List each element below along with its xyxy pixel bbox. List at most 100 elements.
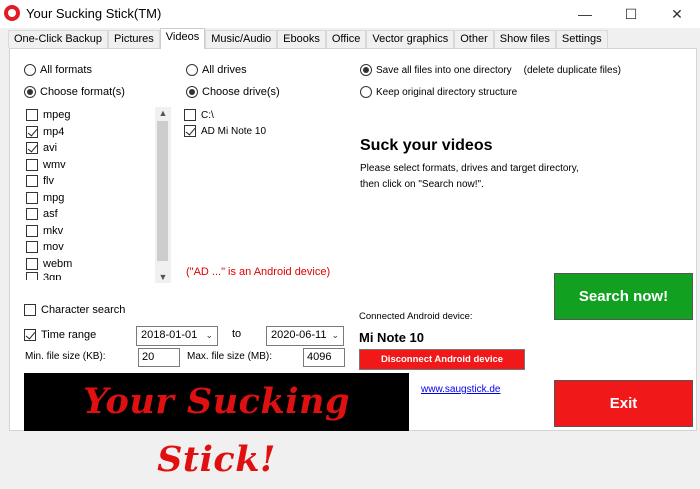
save-one-directory-label: Save all files into one directory <box>376 64 512 76</box>
format-label: webm <box>43 257 73 270</box>
tab-one-click-backup[interactable]: One-Click Backup <box>8 30 109 48</box>
close-button[interactable]: ✕ <box>654 0 700 28</box>
format-item-asf[interactable]: asf <box>26 206 171 223</box>
chevron-down-icon[interactable]: ⌄ <box>331 330 339 341</box>
panel-headline: Suck your videos <box>360 137 493 154</box>
window-title: Your Sucking Stick(TM) <box>26 6 162 21</box>
tab-show-files[interactable]: Show files <box>493 30 556 48</box>
android-device-box: Connected Android device: Mi Note 10 Dis… <box>359 311 525 370</box>
date-to-picker[interactable]: 2020-06-11 ⌄ <box>266 326 344 346</box>
exit-button[interactable]: Exit <box>554 380 693 427</box>
format-label: mpeg <box>43 109 71 122</box>
checkbox[interactable] <box>26 158 38 171</box>
maximize-button[interactable]: ☐ <box>608 0 654 28</box>
app-logo-icon <box>4 5 20 21</box>
drive-label: C:\ <box>201 109 214 121</box>
all-drives-radio[interactable]: All drives <box>186 64 247 76</box>
checkbox[interactable] <box>26 224 38 237</box>
checkbox[interactable] <box>26 125 38 138</box>
tab-settings[interactable]: Settings <box>555 30 608 48</box>
checkbox[interactable] <box>24 304 36 316</box>
date-from-value: 2018-01-01 <box>141 329 198 341</box>
checkbox[interactable] <box>26 272 38 280</box>
format-item-wmv[interactable]: wmv <box>26 157 171 174</box>
max-file-size-input[interactable]: 4096 <box>303 348 345 367</box>
format-list-scrollbar[interactable]: ▲ ▼ <box>155 107 171 283</box>
radio-circle <box>360 64 372 76</box>
delete-duplicates-note: (delete duplicate files) <box>523 64 621 76</box>
choose-formats-label: Choose format(s) <box>40 86 125 98</box>
format-item-flv[interactable]: flv <box>26 173 171 190</box>
tab-pictures[interactable]: Pictures <box>108 30 160 48</box>
drive-list[interactable]: C:\ AD Mi Note 10 <box>184 107 266 139</box>
checkbox[interactable] <box>184 125 196 137</box>
drive-item-c[interactable]: C:\ <box>184 107 266 123</box>
format-list[interactable]: mpeg mp4 avi wmv flv mpg asf mkv mov web… <box>26 107 171 283</box>
scrollbar-thumb[interactable] <box>157 121 168 261</box>
tab-ebooks[interactable]: Ebooks <box>277 30 326 48</box>
format-label: 3gp <box>43 272 62 280</box>
drive-item-ad-mi-note-10[interactable]: AD Mi Note 10 <box>184 123 266 139</box>
choose-drives-radio[interactable]: Choose drive(s) <box>186 86 280 98</box>
character-search-label: Character search <box>41 304 126 316</box>
connected-device-label: Connected Android device: <box>359 311 473 322</box>
format-label: mov <box>43 241 64 254</box>
format-item-avi[interactable]: avi <box>26 140 171 157</box>
format-label: mkv <box>43 224 64 237</box>
chevron-up-icon[interactable]: ▲ <box>155 108 171 118</box>
drive-label: AD Mi Note 10 <box>201 125 267 137</box>
disconnect-android-button[interactable]: Disconnect Android device <box>359 349 525 370</box>
min-file-size-input[interactable]: 20 <box>138 348 180 367</box>
character-search-checkbox[interactable]: Character search <box>24 304 125 316</box>
format-item-mkv[interactable]: mkv <box>26 223 171 240</box>
tab-vector-graphics[interactable]: Vector graphics <box>366 30 455 48</box>
max-file-size-label: Max. file size (MB): <box>187 351 273 362</box>
format-label: avi <box>43 142 58 155</box>
format-item-mpeg[interactable]: mpeg <box>26 107 171 124</box>
minimize-button[interactable]: — <box>562 0 608 28</box>
format-item-3gp[interactable]: 3gp <box>26 272 171 280</box>
keep-structure-radio[interactable]: Keep original directory structure <box>360 86 517 98</box>
date-from-picker[interactable]: 2018-01-01 ⌄ <box>136 326 218 346</box>
all-formats-radio[interactable]: All formats <box>24 64 92 76</box>
format-label: mpg <box>43 191 65 204</box>
checkbox[interactable] <box>26 257 38 270</box>
min-file-size-label: Min. file size (KB): <box>25 351 106 362</box>
date-to-label: to <box>232 328 242 340</box>
device-name: Mi Note 10 <box>359 329 525 347</box>
checkbox[interactable] <box>26 109 38 122</box>
format-label: wmv <box>43 158 66 171</box>
checkbox[interactable] <box>24 329 36 341</box>
format-item-mpg[interactable]: mpg <box>26 190 171 207</box>
checkbox[interactable] <box>26 191 38 204</box>
tab-office[interactable]: Office <box>325 30 367 48</box>
chevron-down-icon[interactable]: ▼ <box>155 272 171 282</box>
format-item-mp4[interactable]: mp4 <box>26 124 171 141</box>
checkbox[interactable] <box>26 142 38 155</box>
checkbox[interactable] <box>26 175 38 188</box>
android-device-note: ("AD ..." is an Android device) <box>186 266 331 278</box>
radio-circle <box>186 86 198 98</box>
website-link[interactable]: www.saugstick.de <box>421 384 500 395</box>
radio-circle <box>24 86 36 98</box>
search-now-button[interactable]: Search now! <box>554 273 693 320</box>
format-label: mp4 <box>43 125 65 138</box>
tab-videos[interactable]: Videos <box>159 28 206 49</box>
title-bar: Your Sucking Stick(TM) — ☐ ✕ <box>0 0 700 28</box>
all-formats-label: All formats <box>40 64 92 76</box>
sucking-stick-logo: Your Sucking Stick! <box>24 373 409 480</box>
checkbox[interactable] <box>184 109 196 121</box>
save-one-directory-radio[interactable]: Save all files into one directory (delet… <box>360 64 621 76</box>
tab-other[interactable]: Other <box>454 30 494 48</box>
checkbox[interactable] <box>26 208 38 221</box>
tab-music-audio[interactable]: Music/Audio <box>205 30 278 48</box>
format-item-mov[interactable]: mov <box>26 239 171 256</box>
radio-circle <box>360 86 372 98</box>
videos-panel: All formats Choose format(s) mpeg mp4 av… <box>9 48 697 480</box>
panel-description: Please select formats, drives and target… <box>360 161 630 193</box>
chevron-down-icon[interactable]: ⌄ <box>205 330 213 341</box>
format-item-webm[interactable]: webm <box>26 256 171 273</box>
checkbox[interactable] <box>26 241 38 254</box>
choose-formats-radio[interactable]: Choose format(s) <box>24 86 125 98</box>
time-range-checkbox[interactable]: Time range <box>24 329 96 341</box>
